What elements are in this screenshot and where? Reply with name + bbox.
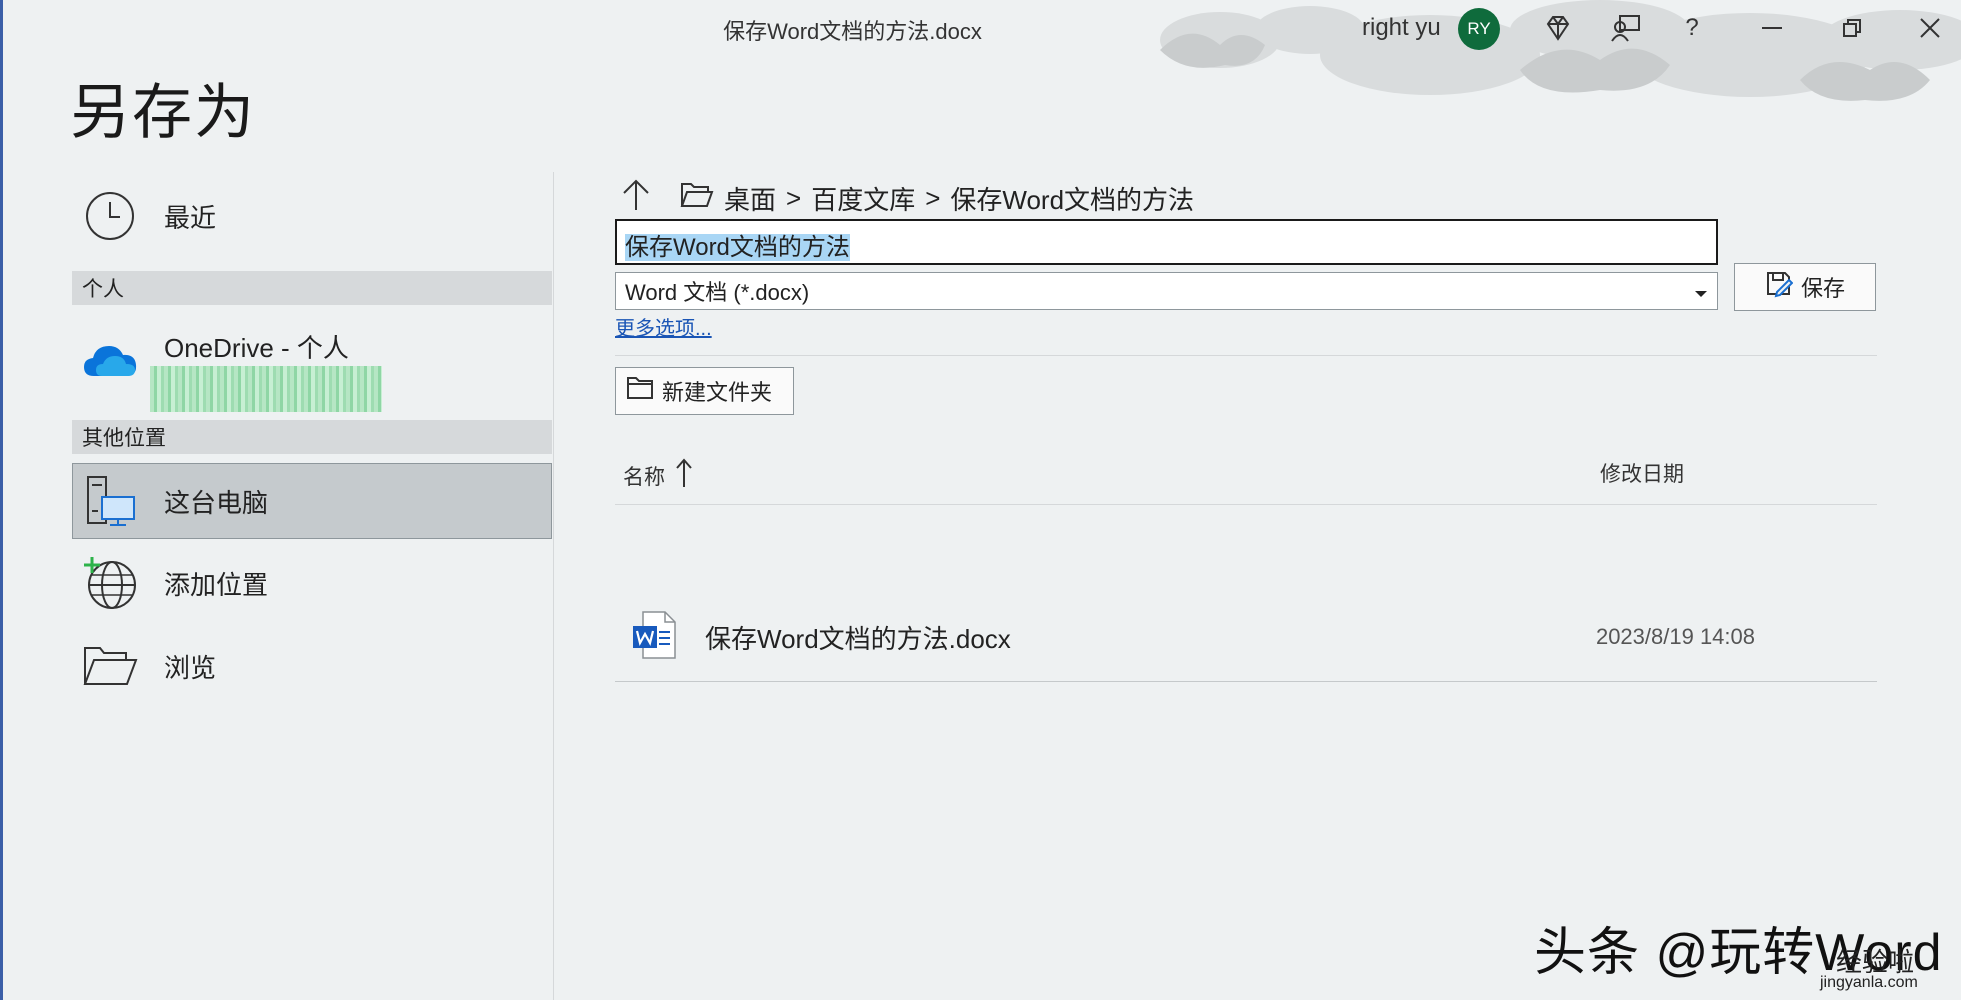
column-header-name-label: 名称: [623, 466, 665, 489]
page-title: 另存为: [70, 79, 256, 146]
save-button-label: 保存: [1800, 276, 1845, 301]
dropdown-arrow-icon: [1694, 278, 1708, 304]
new-folder-icon: [626, 376, 654, 406]
breadcrumb-item[interactable]: 百度文库: [811, 180, 915, 217]
nav-browse[interactable]: 浏览: [72, 628, 552, 704]
avatar[interactable]: RY: [1458, 8, 1500, 50]
nav-browse-label: 浏览: [164, 652, 217, 683]
up-arrow-icon[interactable]: [620, 178, 652, 219]
watermark-site-url: jingyanla.com: [1820, 974, 1918, 991]
restore-icon[interactable]: [1834, 10, 1870, 46]
save-button[interactable]: 保存: [1734, 263, 1876, 311]
document-title: 保存Word文档的方法.docx: [723, 19, 982, 44]
filename-input[interactable]: 保存Word文档的方法: [615, 219, 1718, 265]
filename-value: 保存Word文档的方法: [625, 234, 850, 261]
section-other-locations: 其他位置: [72, 420, 552, 454]
nav-add-place-label: 添加位置: [164, 569, 269, 600]
breadcrumb: 桌面 > 百度文库 > 保存Word文档的方法: [620, 178, 1194, 219]
sort-ascending-icon: [675, 458, 693, 494]
nav-this-pc-label: 这台电脑: [164, 487, 269, 518]
list-bottom-separator: [615, 681, 1877, 682]
new-folder-label: 新建文件夹: [662, 380, 773, 405]
nav-recent[interactable]: 最近: [72, 178, 552, 254]
onedrive-cloud-icon: [78, 329, 142, 393]
list-header-separator: [615, 504, 1877, 505]
computer-icon: [78, 469, 142, 533]
breadcrumb-separator: >: [925, 183, 941, 213]
file-modified-date: 2023/8/19 14:08: [1595, 624, 1755, 649]
column-header-name[interactable]: 名称: [623, 458, 693, 494]
window-left-edge: [0, 0, 3, 1000]
file-name: 保存Word文档的方法.docx: [705, 623, 1011, 654]
save-icon: [1765, 270, 1794, 304]
word-document-icon: [631, 610, 677, 665]
nav-add-place[interactable]: 添加位置: [72, 545, 552, 621]
globe-add-icon: [78, 551, 142, 615]
clock-icon: [78, 184, 142, 248]
filetype-select[interactable]: Word 文档 (*.docx): [615, 272, 1718, 310]
section-personal: 个人: [72, 271, 552, 305]
minimize-icon[interactable]: [1754, 10, 1790, 46]
folder-open-icon: [78, 634, 142, 698]
column-header-date[interactable]: 修改日期: [1600, 458, 1684, 488]
diamond-icon[interactable]: [1540, 10, 1576, 46]
more-options-link[interactable]: 更多选项...: [615, 312, 712, 341]
separator: [615, 355, 1877, 356]
nav-this-pc[interactable]: 这台电脑: [72, 463, 552, 539]
folder-icon: [680, 182, 714, 215]
filetype-value: Word 文档 (*.docx): [625, 280, 810, 305]
nav-recent-label: 最近: [164, 202, 217, 233]
feedback-icon[interactable]: [1608, 10, 1644, 46]
file-row[interactable]: 保存Word文档的方法.docx 2023/8/19 14:08: [615, 594, 1877, 680]
column-header-date-label: 修改日期: [1600, 463, 1684, 486]
new-folder-button[interactable]: 新建文件夹: [615, 367, 794, 415]
close-icon[interactable]: [1912, 10, 1948, 46]
blurred-account-email: [150, 366, 382, 412]
panel-divider: [553, 172, 554, 1000]
breadcrumb-separator: >: [786, 183, 802, 213]
breadcrumb-item[interactable]: 桌面: [724, 180, 776, 217]
help-icon[interactable]: ?: [1674, 10, 1710, 46]
nav-onedrive-label: OneDrive - 个人: [164, 332, 349, 363]
breadcrumb-item[interactable]: 保存Word文档的方法: [950, 180, 1194, 217]
account-name[interactable]: right yu: [1362, 14, 1441, 42]
